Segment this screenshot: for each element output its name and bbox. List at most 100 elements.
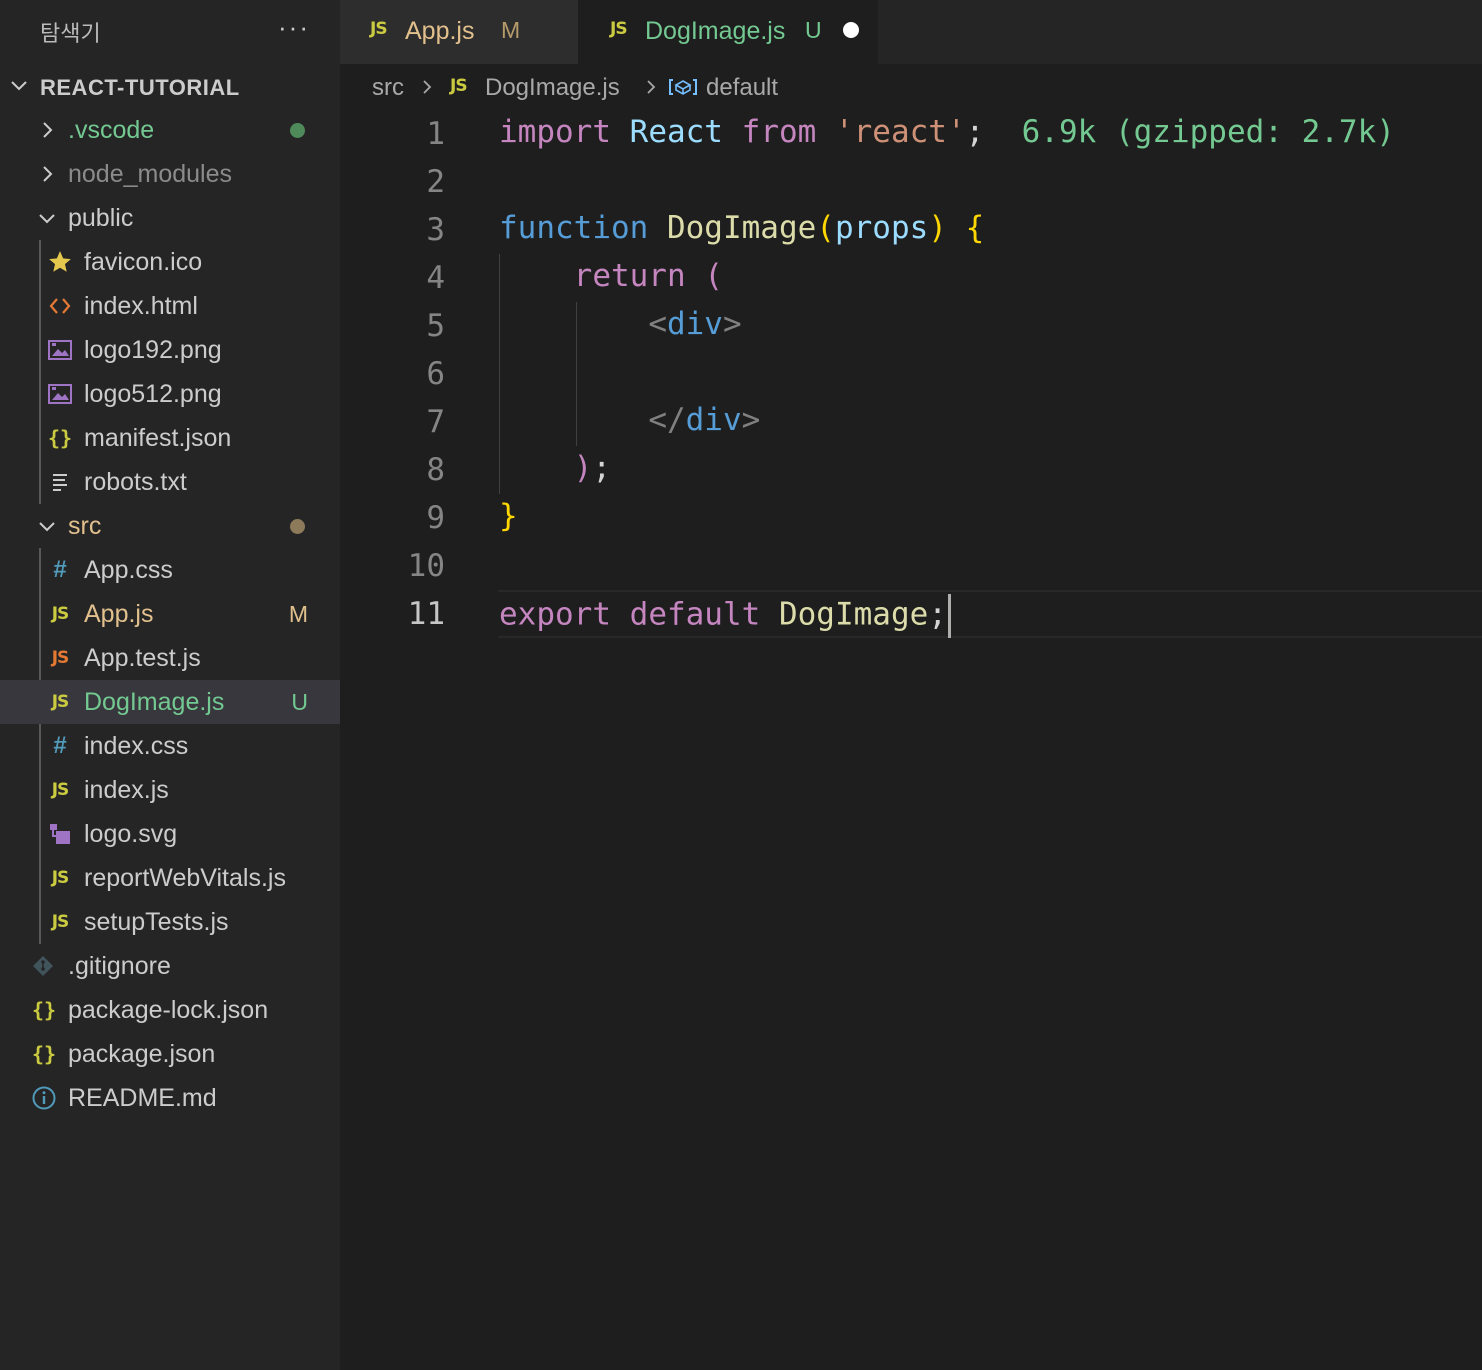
tree-item-logo-svg[interactable]: logo.svg (0, 812, 340, 856)
css-icon: # (53, 556, 67, 583)
tree-item-index-js[interactable]: JS index.js (0, 768, 340, 812)
code-line: 2 (340, 158, 1482, 206)
tag-div: div (666, 306, 723, 342)
file-tree: .vscode node_modules public favicon.ico … (0, 108, 340, 1120)
tag-bracket: > (741, 402, 761, 438)
breadcrumb-symbol[interactable]: default (706, 74, 778, 102)
param-props: props (834, 210, 929, 246)
line-number: 8 (426, 452, 445, 488)
image-icon (48, 340, 72, 360)
line-number: 1 (426, 116, 445, 152)
line-number: 3 (426, 212, 445, 248)
js-icon: JS (610, 19, 628, 39)
breadcrumb-folder[interactable]: src (372, 74, 404, 102)
chevron-right-icon (647, 80, 656, 94)
code-text: ); (499, 450, 611, 486)
function-name: DogImage (666, 210, 817, 246)
json-icon: {} (31, 1042, 57, 1066)
tree-item-label: favicon.ico (84, 248, 203, 276)
tree-item-public[interactable]: public (0, 196, 340, 240)
project-root[interactable]: REACT-TUTORIAL (0, 64, 340, 108)
ellipsis-icon[interactable]: ··· (278, 12, 310, 43)
symbol-variable-icon (669, 79, 697, 95)
js-icon: JS (450, 76, 468, 96)
tree-item-label: README.md (68, 1084, 217, 1112)
tree-item-robots[interactable]: robots.txt (0, 460, 340, 504)
html-icon (49, 298, 71, 314)
code-line: 7 </div> (340, 398, 1482, 446)
tree-item-favicon[interactable]: favicon.ico (0, 240, 340, 284)
tab-label: DogImage.js (645, 17, 786, 45)
keyword-from: from (741, 114, 817, 150)
git-status-badge: M (288, 601, 308, 627)
tree-item-gitignore[interactable]: .gitignore (0, 944, 340, 988)
tree-item-label: index.html (84, 292, 198, 320)
tree-item-label: .gitignore (68, 952, 171, 980)
js-icon: JS (51, 912, 70, 932)
tab-git-badge: U (805, 17, 822, 43)
code-text: export default DogImage; (499, 594, 951, 638)
punctuation: ; (965, 114, 985, 150)
status-dot (290, 519, 305, 534)
tree-item-vscode[interactable]: .vscode (0, 108, 340, 152)
code-line: 4 return ( (340, 254, 1482, 302)
tree-item-readme[interactable]: README.md (0, 1076, 340, 1120)
code-line: 1 import React from 'react'; 6.9k (gzipp… (340, 110, 1482, 158)
line-number: 11 (407, 596, 445, 632)
tree-item-label: DogImage.js (84, 688, 225, 716)
keyword-default: default (629, 596, 761, 633)
chevron-down-icon (39, 214, 55, 224)
tab-dogimage-js[interactable]: JS DogImage.js U (578, 0, 878, 64)
identifier-react: React (629, 114, 723, 150)
tree-item-label: package.json (68, 1040, 216, 1068)
tree-item-app-js[interactable]: JS App.js M (0, 592, 340, 636)
json-icon: {} (31, 998, 57, 1022)
code-text: return ( (499, 258, 723, 294)
line-number: 7 (426, 404, 445, 440)
js-icon: JS (51, 780, 70, 800)
code-text: </div> (499, 402, 760, 438)
tag-bracket: < (648, 306, 667, 342)
explorer-sidebar: 탐색기 ··· REACT-TUTORIAL .vscode node_modu… (0, 0, 340, 1370)
project-name: REACT-TUTORIAL (40, 75, 240, 100)
tree-item-setuptests[interactable]: JS setupTests.js (0, 900, 340, 944)
tree-item-logo192[interactable]: logo192.png (0, 328, 340, 372)
unsaved-dot-icon[interactable] (843, 22, 859, 38)
paren: ( (816, 210, 835, 246)
tree-item-manifest[interactable]: {} manifest.json (0, 416, 340, 460)
tree-item-package-json[interactable]: {} package.json (0, 1032, 340, 1076)
js-icon: JS (51, 868, 70, 888)
code-editor[interactable]: 1 import React from 'react'; 6.9k (gzipp… (340, 110, 1482, 1370)
tree-item-index-html[interactable]: index.html (0, 284, 340, 328)
tree-item-src[interactable]: src (0, 504, 340, 548)
explorer-header: 탐색기 ··· (0, 0, 340, 64)
line-number: 10 (407, 548, 445, 584)
tag-bracket: > (722, 306, 742, 342)
tree-item-label: src (68, 512, 102, 540)
tree-item-label: logo192.png (84, 336, 222, 364)
tree-item-app-css[interactable]: # App.css (0, 548, 340, 592)
tree-item-node-modules[interactable]: node_modules (0, 152, 340, 196)
tree-item-label: node_modules (68, 160, 233, 188)
text-cursor (947, 594, 951, 638)
json-icon: {} (47, 426, 73, 450)
tab-label: App.js (405, 17, 475, 45)
image-icon (48, 384, 72, 404)
tree-item-label: manifest.json (84, 424, 232, 452)
status-dot (290, 123, 305, 138)
keyword-import: import (499, 114, 611, 150)
import-cost-annotation: 6.9k (gzipped: 2.7k) (1021, 114, 1395, 150)
tree-item-logo512[interactable]: logo512.png (0, 372, 340, 416)
tree-item-app-test-js[interactable]: JS App.test.js (0, 636, 340, 680)
tree-item-package-lock[interactable]: {} package-lock.json (0, 988, 340, 1032)
code-text: } (499, 498, 518, 534)
tab-app-js[interactable]: JS App.js M (340, 0, 578, 64)
keyword-function: function (499, 210, 649, 246)
tree-item-dogimage-js[interactable]: JS DogImage.js U (0, 680, 340, 724)
tree-item-index-css[interactable]: # index.css (0, 724, 340, 768)
star-icon (49, 251, 71, 272)
js-icon: JS (370, 19, 388, 39)
tree-item-label: public (68, 204, 134, 232)
breadcrumb-file[interactable]: DogImage.js (485, 74, 620, 102)
tree-item-reportwebvitals[interactable]: JS reportWebVitals.js (0, 856, 340, 900)
